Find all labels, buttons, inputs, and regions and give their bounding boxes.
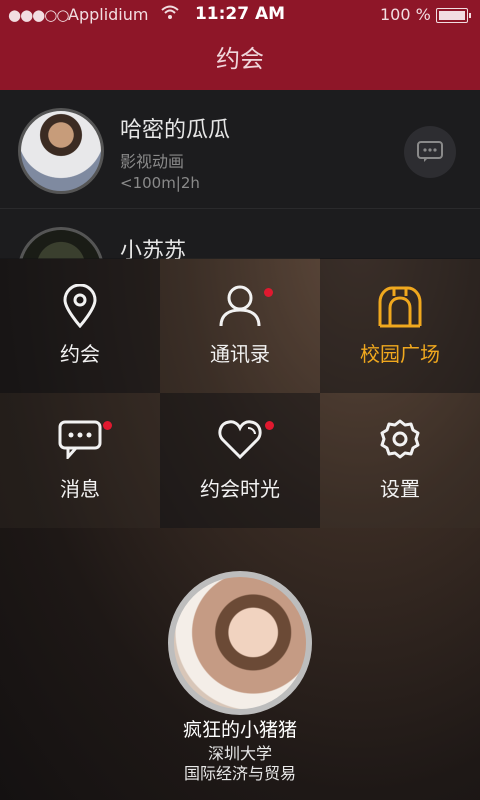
contact-distance: <100m|2h	[120, 174, 200, 192]
avatar[interactable]	[18, 227, 104, 259]
menu-label: 约会	[60, 342, 100, 366]
menu-item-dating-moments[interactable]: 约会时光	[160, 393, 320, 528]
menu-item-contacts[interactable]: 通讯录	[160, 258, 320, 393]
menu-label: 校园广场	[360, 342, 440, 366]
notification-dot	[265, 421, 274, 430]
profile-name: 疯狂的小猪猪	[182, 719, 297, 741]
nav-title: 约会	[0, 30, 480, 90]
menu-item-settings[interactable]: 设置	[320, 393, 480, 528]
contact-tag: 影视动画	[120, 152, 185, 171]
heart-icon	[160, 419, 320, 465]
notification-dot	[264, 288, 273, 297]
status-bar: ●●●○○ Applidium 11:27 AM 100 %	[0, 0, 480, 30]
battery-percent: 100 %	[380, 5, 431, 24]
profile-major: 国际经济与贸易	[183, 764, 296, 783]
contact-name: 哈密的瓜瓜	[120, 118, 231, 143]
contact-name: 小苏苏	[120, 239, 187, 259]
chat-bubble-icon	[0, 419, 160, 465]
menu-item-campus-square[interactable]: 校园广场	[320, 258, 480, 393]
menu-label: 设置	[380, 477, 420, 501]
list-item[interactable]: 小苏苏	[0, 208, 480, 259]
avatar[interactable]	[18, 108, 104, 194]
app-screen: ●●●○○ Applidium 11:27 AM 100 % 约会 哈密的瓜瓜 …	[0, 0, 480, 800]
menu-item-dating[interactable]: 约会	[0, 258, 160, 393]
menu-label: 消息	[60, 477, 100, 501]
gear-icon	[320, 419, 480, 465]
menu-label: 约会时光	[200, 477, 280, 501]
campus-gate-icon	[320, 284, 480, 330]
message-button[interactable]	[404, 126, 456, 178]
location-pin-icon	[0, 283, 160, 330]
menu-item-messages[interactable]: 消息	[0, 393, 160, 528]
profile-photo	[174, 577, 306, 709]
menu-label: 通讯录	[210, 342, 270, 366]
profile-avatar[interactable]	[168, 571, 312, 715]
person-icon	[160, 284, 320, 330]
battery-icon	[436, 8, 471, 23]
notification-dot	[103, 421, 112, 430]
chat-icon	[417, 141, 443, 162]
